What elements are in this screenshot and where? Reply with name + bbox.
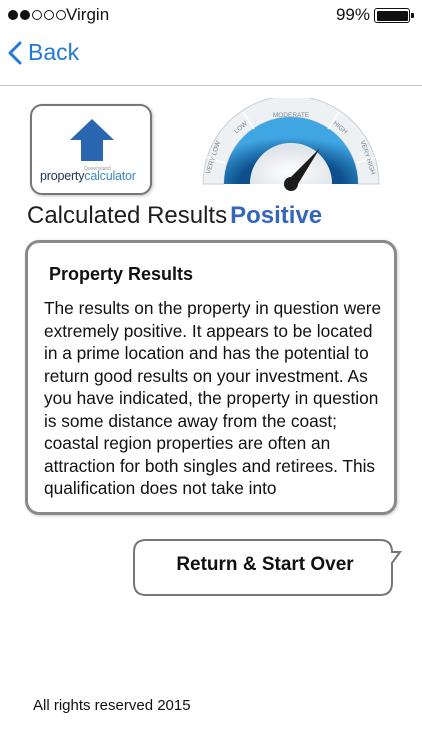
signal-strength-icon xyxy=(8,10,66,20)
footer-copyright: All rights reserved 2015 xyxy=(33,697,191,714)
results-value: Positive xyxy=(230,202,323,229)
house-arrow-icon xyxy=(70,119,114,161)
status-bar: Virgin 99% xyxy=(0,0,422,30)
results-heading: Calculated Results Positive xyxy=(27,202,322,230)
return-start-over-button[interactable]: Return & Start Over xyxy=(130,537,402,604)
risk-gauge: VERY LOW LOW MODERATE HIGH VERY HIGH xyxy=(202,98,380,191)
carrier-name: Virgin xyxy=(66,5,110,24)
speech-bubble-shape xyxy=(133,539,402,596)
property-calculator-logo: Queensland propertycalculator xyxy=(30,104,152,195)
battery-icon xyxy=(374,8,414,23)
chevron-left-icon xyxy=(8,41,22,64)
back-label: Back xyxy=(28,39,80,65)
card-body-text: The results on the property in question … xyxy=(44,298,382,498)
logo-brand-text: propertycalculator xyxy=(40,169,136,183)
back-button[interactable]: Back xyxy=(8,39,79,66)
gauge-label-moderate: MODERATE xyxy=(273,112,310,119)
results-label: Calculated Results xyxy=(27,202,228,229)
card-title: Property Results xyxy=(49,264,194,284)
navigation-bar: Back xyxy=(0,30,422,86)
results-card[interactable]: Property Results The results on the prop… xyxy=(25,240,397,515)
battery-percentage: 99% xyxy=(335,5,370,24)
